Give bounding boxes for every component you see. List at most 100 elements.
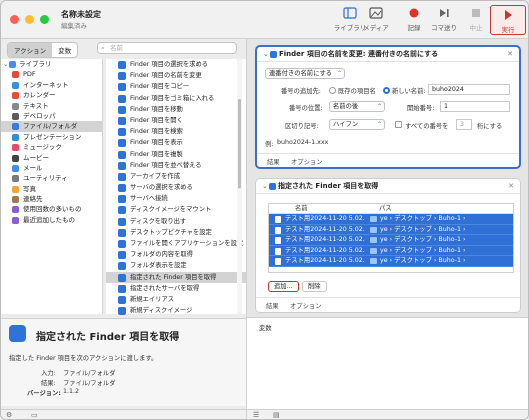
action-item[interactable]: Finder 項目をコピー	[106, 81, 246, 92]
all-numbers-label: すべての番号を	[405, 123, 449, 130]
rename-mode-select[interactable]: 連番付きの名前にする	[265, 68, 346, 79]
action-item[interactable]: ディスクイメージをマウント	[106, 204, 246, 215]
delete-button[interactable]: 削除	[302, 281, 327, 292]
action-item[interactable]: サーバの選択を求める	[106, 182, 246, 193]
action-item[interactable]: ディスクを取り出す	[106, 216, 246, 227]
digits-field[interactable]: 3	[456, 119, 472, 130]
column-path[interactable]: パス	[379, 204, 392, 214]
action-item[interactable]: Finder 項目を検索	[106, 126, 246, 137]
tab-variables[interactable]: 変数	[52, 43, 77, 57]
position-select[interactable]: 名前の後	[329, 101, 385, 112]
tab-actions[interactable]: アクション	[8, 43, 53, 57]
step-button[interactable]: コマ送り	[426, 7, 462, 32]
separator-select[interactable]: ハイフン	[329, 119, 385, 130]
library-item[interactable]: ユーティリティ	[1, 173, 102, 183]
library-item[interactable]: メール	[1, 163, 102, 173]
action-item[interactable]: 指定された Finder 項目を取得	[106, 271, 246, 283]
finder-tab-options[interactable]: オプション	[290, 301, 321, 310]
table-row[interactable]: テスト用2024-11-20 5.02. ye › デスクトップ › Buho-1…	[269, 256, 513, 267]
table-row[interactable]: テスト用2024-11-20 5.02. ye › デスクトップ › Buho-1…	[269, 224, 513, 236]
table-row[interactable]: テスト用2024-11-20 5.02. ye › デスクトップ › Buho-1…	[269, 235, 513, 246]
result-label: 結果:	[41, 380, 56, 387]
list-view-icon[interactable]: ☰	[253, 411, 259, 419]
library-item-label: 最近追加したもの	[23, 215, 75, 224]
action-item[interactable]: Finder 項目を並べ替える	[106, 160, 246, 171]
new-name-field[interactable]: buho2024	[428, 84, 510, 95]
action-item-label: Finder 項目をゴミ箱に入れる	[130, 94, 215, 102]
search-input[interactable]: ⌕ 名前	[97, 42, 237, 54]
action-item-label: サーバの選択を求める	[130, 184, 193, 192]
library-item[interactable]: デベロッパ	[1, 111, 102, 121]
action-item[interactable]: 新規エイリアス	[106, 294, 246, 305]
category-icon	[12, 133, 19, 141]
radio-new-name[interactable]	[383, 87, 390, 94]
library-item[interactable]: ミュージック	[1, 142, 102, 152]
action-item[interactable]: デスクトップピクチャを設定	[106, 227, 246, 238]
action-item[interactable]: フォルダの内容を取得	[106, 249, 246, 260]
library-item[interactable]: ファイル/フォルダ	[1, 121, 102, 132]
action-item[interactable]: Finder 項目を表示	[106, 137, 246, 148]
library-icon	[343, 7, 357, 19]
table-row[interactable]: テスト用2024-11-20 5.02. ye › デスクトップ › Buho-1…	[269, 214, 513, 225]
library-item[interactable]: ムービー	[1, 153, 102, 163]
rename-tab-options[interactable]: オプション	[291, 157, 322, 166]
action-item[interactable]: Finder 項目を移動	[106, 104, 246, 115]
action-item-label: フォルダ表示を設定	[130, 262, 187, 270]
finder-icon	[118, 273, 126, 282]
category-icon	[12, 196, 19, 204]
radio-existing-name[interactable]	[329, 87, 336, 94]
rename-tab-results[interactable]: 結果	[267, 157, 280, 166]
window-title: 名称未設定	[61, 10, 101, 19]
info-icon[interactable]: ▭	[31, 411, 38, 419]
library-item[interactable]: インターネット	[1, 80, 102, 90]
library-item[interactable]: 連絡先	[1, 194, 102, 204]
finder-icon	[118, 307, 126, 316]
finder-icon	[118, 217, 126, 226]
settings-icon[interactable]: ⚙	[6, 411, 12, 419]
library-item[interactable]: カレンダー	[1, 90, 102, 100]
action-item[interactable]: Finder 項目をゴミ箱に入れる	[106, 93, 246, 104]
action-item[interactable]: 指定されたサーバを取得	[106, 283, 246, 294]
action-item[interactable]: Finder 項目を複製	[106, 149, 246, 160]
table-row[interactable]: テスト用2024-11-20 5.02. ye › デスクトップ › Buho-1…	[269, 245, 513, 257]
scrollbar-thumb[interactable]	[238, 99, 241, 189]
action-item[interactable]: 新規ディスクイメージ	[106, 305, 246, 316]
run-button[interactable]: 実行	[490, 5, 526, 35]
actions-scrollbar[interactable]	[237, 59, 242, 314]
close-icon[interactable]	[10, 15, 19, 24]
action-item[interactable]: サーバへ接続	[106, 193, 246, 204]
action-item[interactable]: Finder 項目の選択を求める	[106, 59, 246, 70]
library-item[interactable]: 使用回数の多いもの	[1, 204, 102, 214]
library-item[interactable]: 最近追加したもの	[1, 215, 102, 225]
start-number-label: 開始番号:	[407, 105, 435, 112]
media-button[interactable]: メディア	[358, 7, 394, 32]
finder-icon	[118, 150, 126, 159]
start-number-field[interactable]: 1	[440, 101, 510, 112]
action-item[interactable]: Finder 項目を開く	[106, 115, 246, 126]
finder-tab-results[interactable]: 結果	[266, 301, 279, 310]
zoom-icon[interactable]	[40, 15, 49, 24]
chevron-down-icon[interactable]: ⌄	[263, 47, 269, 62]
minimize-icon[interactable]	[25, 15, 34, 24]
library-item[interactable]: プレゼンテーション	[1, 132, 102, 142]
log-view-icon[interactable]: ▤	[273, 411, 280, 419]
action-item[interactable]: ファイルを開くアプリケーションを設定	[106, 238, 246, 249]
close-icon[interactable]: ✕	[507, 47, 513, 62]
close-icon[interactable]: ✕	[508, 179, 514, 194]
add-button[interactable]: 追加...	[268, 281, 299, 292]
stop-button[interactable]: 中止	[458, 7, 494, 32]
action-item[interactable]: フォルダ表示を設定	[106, 260, 246, 271]
action-item[interactable]: アーカイブを作成	[106, 171, 246, 182]
disclosure-icon[interactable]: ⌄	[3, 59, 8, 69]
library-item[interactable]: 写真	[1, 184, 102, 194]
position-label: 番号の位置:	[289, 105, 323, 112]
library-item[interactable]: テキスト	[1, 101, 102, 111]
chevron-down-icon[interactable]: ⌄	[262, 179, 268, 194]
all-numbers-checkbox[interactable]	[395, 121, 402, 128]
action-item[interactable]: Finder 項目の名前を変更	[106, 70, 246, 81]
library-item[interactable]: ⌄ ライブラリ	[1, 59, 102, 69]
column-name[interactable]: 名前	[295, 204, 308, 214]
folder-icon	[370, 216, 377, 222]
library-item[interactable]: PDF	[1, 69, 102, 79]
workflow-pane: ⌄ Finder 項目の名前を変更: 連番付きの名前にする ✕ 連番付きの名前に…	[246, 39, 528, 419]
